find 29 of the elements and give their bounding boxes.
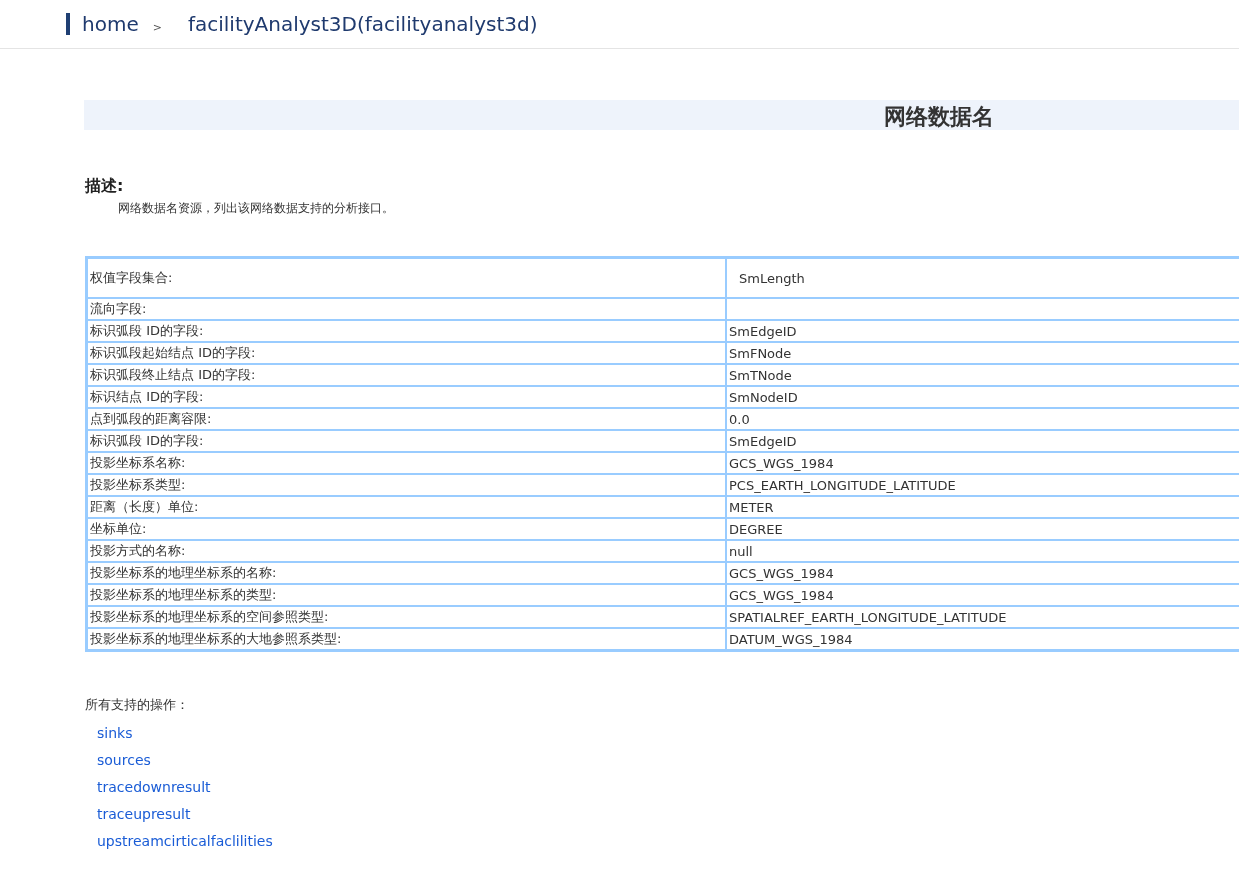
table-cell: 投影坐标系的地理坐标系的名称:	[86, 562, 726, 584]
operation-link[interactable]: upstreamcirticalfaclilities	[97, 833, 1239, 849]
operation-link[interactable]: sinks	[97, 725, 1239, 741]
operation-link[interactable]: traceupresult	[97, 806, 1239, 822]
operation-link[interactable]: tracedownresult	[97, 779, 1239, 795]
operations-heading: 所有支持的操作：	[84, 696, 190, 714]
table-cell: 距离（长度）单位:	[86, 496, 726, 518]
table-cell: 标识弧段终止结点 ID的字段:	[86, 364, 726, 386]
breadcrumb-link[interactable]: home	[82, 12, 139, 36]
table-cell: 标识结点 ID的字段:	[86, 386, 726, 408]
table-cell: 投影坐标系的地理坐标系的类型:	[86, 584, 726, 606]
table-cell: 标识弧段 ID的字段:	[86, 320, 726, 342]
accent-bar	[66, 13, 70, 35]
description-text: 网络数据名资源，列出该网络数据支持的分析接口。	[117, 200, 395, 217]
page-title: 网络数据名	[884, 103, 994, 131]
table-cell: 投影坐标系名称:	[86, 452, 726, 474]
breadcrumb-link[interactable]: facilityAnalyst3D(facilityanalyst3d)	[187, 12, 538, 36]
table-cell: 坐标单位:	[86, 518, 726, 540]
table-cell: 点到弧段的距离容限:	[86, 408, 726, 430]
operation-link[interactable]: sources	[97, 752, 1239, 768]
table-cell: 流向字段:	[86, 298, 726, 320]
table-cell: 标识弧段起始结点 ID的字段:	[86, 342, 726, 364]
table-cell: 投影方式的名称:	[86, 540, 726, 562]
breadcrumb-separator: >	[152, 20, 162, 34]
table-cell: 投影坐标系类型:	[86, 474, 726, 496]
description-heading: 描述:	[84, 176, 125, 197]
table-cell: 投影坐标系的地理坐标系的空间参照类型:	[86, 606, 726, 628]
table-cell: 标识弧段 ID的字段:	[86, 430, 726, 452]
table-cell: 权值字段集合:	[86, 257, 726, 298]
